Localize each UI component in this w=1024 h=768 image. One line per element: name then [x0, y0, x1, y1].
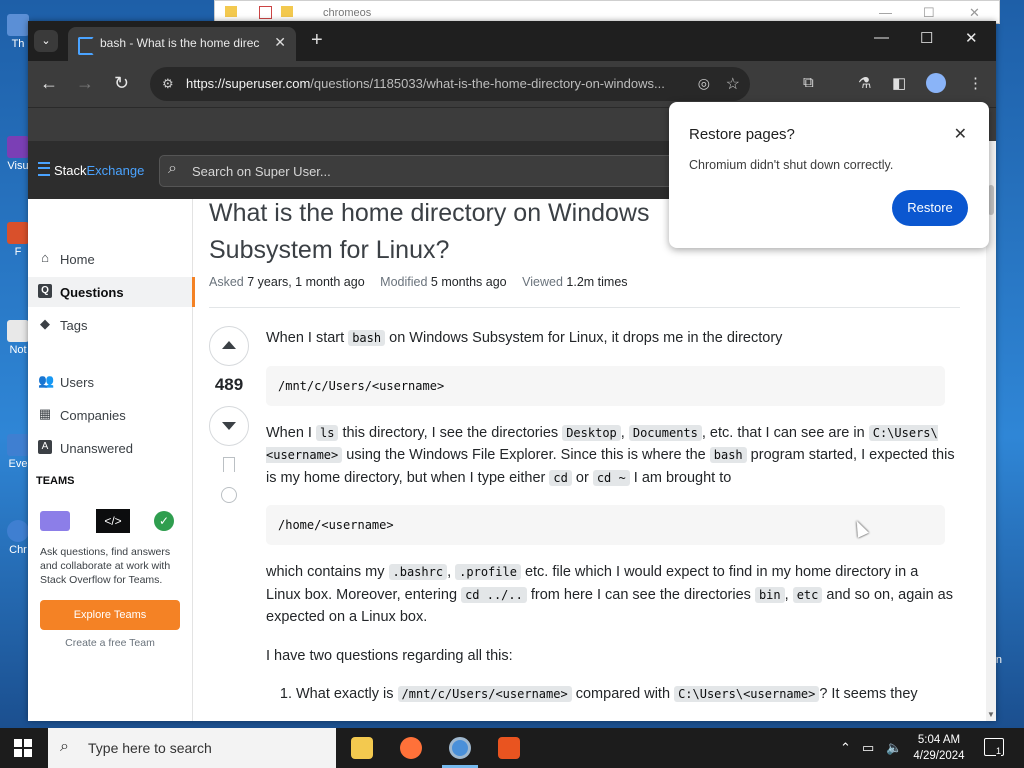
dialog-message: Chromium didn't shut down correctly.: [689, 158, 894, 172]
scroll-down-icon[interactable]: ▼: [987, 710, 995, 719]
teams-description: Ask questions, find answers and collabor…: [40, 546, 171, 586]
restore-button[interactable]: Restore: [892, 190, 968, 226]
windows-start-icon[interactable]: [14, 739, 32, 757]
new-tab-button[interactable]: +: [311, 29, 323, 52]
maximize-button[interactable]: ☐: [920, 29, 933, 47]
list-item: What exactly is /mnt/c/Users/<username> …: [296, 683, 956, 706]
taskbar-ubuntu[interactable]: [485, 728, 533, 768]
url-text[interactable]: https://superuser.com/questions/1185033/…: [186, 76, 686, 91]
tab-bar: ⌄ bash - What is the home direc ✕ + — ☐ …: [28, 21, 996, 61]
folder-icon: [225, 6, 237, 17]
question-meta: Asked 7 years, 1 month ago Modified 5 mo…: [209, 275, 628, 289]
question-main: What is the home directory on Windows Su…: [209, 199, 969, 721]
tab-title: bash - What is the home direc: [100, 36, 260, 50]
question-body: When I start bash on Windows Subsystem f…: [266, 327, 956, 706]
check-icon: ✓: [154, 511, 174, 531]
firefox-icon: [400, 737, 422, 759]
tray-chevron-icon[interactable]: ⌃: [840, 740, 851, 756]
explorer-maximize-button[interactable]: ☐: [923, 5, 935, 21]
sidebar-item-users[interactable]: 👥 Users: [28, 367, 192, 397]
dialog-close-icon[interactable]: ✕: [954, 124, 967, 144]
reload-button[interactable]: ↻: [114, 73, 129, 94]
house-icon: ⌂: [41, 250, 49, 265]
extensions-icon[interactable]: ⧉: [803, 74, 814, 91]
code-block-1: /mnt/c/Users/<username>: [266, 365, 945, 406]
questions-icon: Q: [38, 284, 52, 298]
taskbar-firefox[interactable]: [387, 728, 435, 768]
code-block-2: /home/<username>: [266, 505, 945, 545]
address-bar[interactable]: ⚙ https://superuser.com/questions/118503…: [150, 67, 750, 101]
taskbar-search-input[interactable]: ⌕ Type here to search: [48, 728, 336, 768]
paragraph-3: which contains my .bashrc, .profile etc.…: [266, 564, 953, 625]
history-icon[interactable]: [221, 487, 237, 503]
taskbar-chromium[interactable]: [436, 728, 484, 768]
minimize-button[interactable]: —: [874, 29, 889, 46]
folder-icon: [281, 6, 293, 17]
dialog-title: Restore pages?: [689, 126, 795, 143]
teams-illustration: </> ✓: [40, 509, 180, 535]
restore-pages-dialog: Restore pages? ✕ Chromium didn't shut do…: [669, 102, 989, 248]
explorer-close-button[interactable]: ✕: [969, 5, 980, 21]
file-explorer-icon: [351, 737, 373, 759]
sidebar-item-questions[interactable]: Q Questions: [28, 277, 195, 307]
search-icon: ⌕: [60, 738, 69, 755]
explorer-title: chromeos: [323, 7, 372, 19]
active-tab[interactable]: bash - What is the home direc ✕: [68, 27, 296, 61]
tab-search-button[interactable]: ⌄: [34, 30, 58, 52]
unanswered-icon: A: [38, 440, 52, 454]
downvote-button[interactable]: [209, 406, 249, 446]
taskbar-file-explorer[interactable]: [338, 728, 386, 768]
labs-flask-icon[interactable]: ⚗: [858, 74, 871, 92]
code-icon: </>: [96, 509, 130, 533]
stackexchange-logo[interactable]: StackExchange: [38, 162, 144, 178]
create-free-team-link[interactable]: Create a free Team: [28, 637, 192, 649]
forward-button[interactable]: →: [76, 73, 94, 94]
tracking-eye-icon[interactable]: ◎: [698, 75, 710, 92]
explorer-minimize-button[interactable]: —: [879, 5, 892, 20]
divider: [209, 307, 960, 308]
search-icon: ⌕: [168, 160, 177, 177]
question-list: What exactly is /mnt/c/Users/<username> …: [266, 683, 956, 706]
site-settings-icon[interactable]: ⚙: [162, 76, 174, 92]
teams-heading: TEAMS: [36, 475, 75, 487]
ubuntu-icon: [498, 737, 520, 759]
notification-count: 1: [996, 746, 1002, 756]
browser-toolbar: ← → ↻ ⚙ https://superuser.com/questions/…: [28, 61, 996, 107]
checklist-icon: [259, 6, 272, 19]
tag-icon: ◆: [40, 316, 50, 331]
close-window-button[interactable]: ✕: [965, 29, 978, 47]
back-button[interactable]: ←: [40, 73, 58, 94]
site-search-input[interactable]: ⌕ Search on Super User...: [159, 155, 681, 187]
volume-muted-icon[interactable]: 🔈: [886, 740, 902, 756]
left-sidebar: ⌂ Home Q Questions ◆ Tags 👥 Users ▦ Companies…: [28, 199, 195, 721]
paragraph-4: I have two questions regarding all this:: [266, 647, 513, 664]
question-title[interactable]: What is the home directory on Windows Su…: [209, 199, 729, 269]
desktop-label-right: n: [995, 654, 1002, 666]
sidebar-item-home[interactable]: ⌂ Home: [28, 244, 192, 274]
sidebar-item-tags[interactable]: ◆ Tags: [28, 310, 192, 340]
tab-close-icon[interactable]: ✕: [274, 34, 286, 51]
side-panel-icon[interactable]: ◧: [892, 74, 906, 92]
upvote-button[interactable]: [209, 326, 249, 366]
chat-icon: [40, 511, 70, 531]
profile-avatar-icon[interactable]: [926, 73, 946, 93]
bookmark-star-icon[interactable]: ☆: [726, 74, 740, 94]
taskbar: ⌕ Type here to search ⌃ ▭ 🔈 5:04 AM 4/29/…: [0, 728, 1024, 768]
sidebar-item-companies[interactable]: ▦ Companies: [28, 400, 192, 430]
paragraph-1: When I start bash on Windows Subsystem f…: [266, 330, 783, 346]
sidebar-item-unanswered[interactable]: A Unanswered: [28, 433, 192, 463]
bookmark-icon[interactable]: [223, 457, 235, 472]
explore-teams-button[interactable]: Explore Teams: [40, 600, 180, 630]
building-icon: ▦: [38, 406, 52, 421]
paragraph-2: When I ls this directory, I see the dire…: [266, 424, 955, 486]
vote-score: 489: [214, 375, 244, 394]
chromium-icon: [449, 737, 471, 759]
network-icon[interactable]: ▭: [862, 740, 874, 756]
menu-kebab-icon[interactable]: ⋮: [968, 74, 983, 92]
superuser-favicon-icon: [78, 37, 94, 55]
taskbar-clock[interactable]: 5:04 AM 4/29/2024: [906, 732, 972, 764]
stackexchange-icon: [38, 162, 50, 176]
users-icon: 👥: [38, 373, 55, 388]
